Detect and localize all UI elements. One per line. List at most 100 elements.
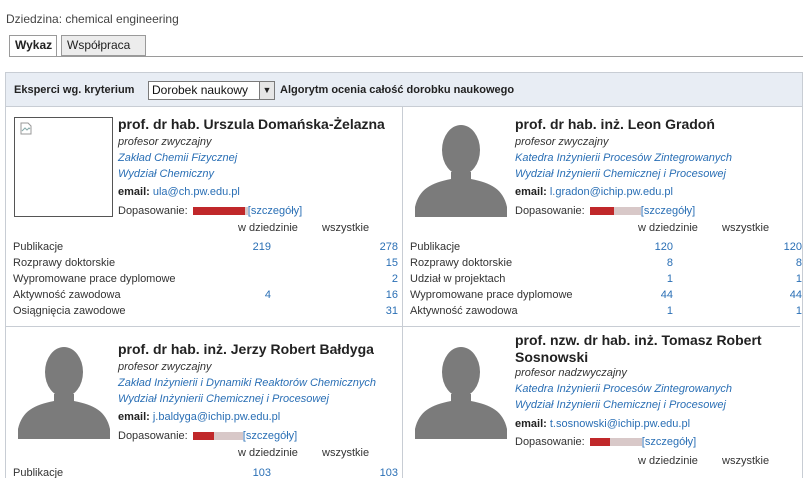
column-header-field: w dziedzinie xyxy=(638,222,698,234)
expert-title: profesor nadzwyczajny xyxy=(515,367,627,379)
stat-all-value[interactable]: 1 xyxy=(752,305,802,317)
match-label: Dopasowanie: xyxy=(118,205,188,217)
stat-all-value[interactable]: 103 xyxy=(348,467,398,478)
avatar-placeholder-icon xyxy=(18,347,110,439)
match-label: Dopasowanie: xyxy=(118,430,188,442)
email-link[interactable]: j.baldyga@ichip.pw.edu.pl xyxy=(153,411,280,423)
email-label: email: xyxy=(515,186,547,198)
expert-card: prof. dr hab. Urszula Domańska-Żelazna p… xyxy=(6,107,403,327)
expert-name[interactable]: prof. dr hab. inż. Jerzy Robert Bałdyga xyxy=(118,341,398,358)
match-bar-fill xyxy=(192,432,214,441)
details-link[interactable]: [szczegóły] xyxy=(641,205,695,217)
match-row: Dopasowanie: [szczegóły] xyxy=(118,430,297,442)
stat-field-value[interactable]: 1 xyxy=(623,305,673,317)
expert-name[interactable]: prof. nzw. dr hab. inż. Tomasz Robert So… xyxy=(515,332,795,366)
column-header-all: wszystkie xyxy=(722,455,770,467)
criteria-select[interactable]: Dorobek naukowy ▼ xyxy=(148,81,275,100)
stat-field-value[interactable]: 1 xyxy=(623,273,673,285)
stat-all-value[interactable]: 278 xyxy=(348,241,398,253)
stat-label: Rozprawy doktorskie xyxy=(410,257,513,269)
stat-label: Aktywność zawodowa xyxy=(410,305,518,317)
avatar-placeholder-icon xyxy=(415,125,507,217)
match-bar xyxy=(192,207,248,216)
email-row: email: t.sosnowski@ichip.pw.edu.pl xyxy=(515,418,690,430)
stat-field-value[interactable]: 4 xyxy=(221,289,271,301)
expert-unit-link[interactable]: Zakład Chemii Fizycznej xyxy=(118,152,237,164)
column-header-field: w dziedzinie xyxy=(238,447,298,459)
broken-image-icon xyxy=(20,122,32,135)
column-header-all: wszystkie xyxy=(322,222,370,234)
expert-name[interactable]: prof. dr hab. Urszula Domańska-Żelazna xyxy=(118,116,398,133)
tab-wspolpraca[interactable]: Współpraca xyxy=(61,35,146,56)
stat-label: Udział w projektach xyxy=(410,273,506,285)
email-row: email: ula@ch.pw.edu.pl xyxy=(118,186,240,198)
match-bar-fill xyxy=(589,438,610,447)
stat-label: Wypromowane prace dyplomowe xyxy=(13,273,176,285)
criteria-label: Eksperci wg. kryterium xyxy=(14,84,135,96)
stat-all-value[interactable]: 15 xyxy=(348,257,398,269)
match-row: Dopasowanie: [szczegóły] xyxy=(118,205,302,217)
match-bar-fill xyxy=(192,207,246,216)
column-header-all: wszystkie xyxy=(322,447,370,459)
tab-divider xyxy=(9,56,803,57)
stat-field-value[interactable]: 8 xyxy=(623,257,673,269)
stat-label: Rozprawy doktorskie xyxy=(13,257,116,269)
stat-all-value[interactable]: 120 xyxy=(752,241,802,253)
email-link[interactable]: t.sosnowski@ichip.pw.edu.pl xyxy=(550,418,690,430)
dropdown-arrow-icon[interactable]: ▼ xyxy=(259,82,274,99)
algorithm-description: Algorytm ocenia całość dorobku naukowego xyxy=(280,84,515,96)
match-bar xyxy=(192,432,243,441)
expert-title: profesor zwyczajny xyxy=(118,361,212,373)
stat-label: Publikacje xyxy=(13,241,64,253)
stat-label: Publikacje xyxy=(13,467,64,478)
match-row: Dopasowanie: [szczegóły] xyxy=(515,205,695,217)
expert-unit-link[interactable]: Katedra Inżynierii Procesów Zintegrowany… xyxy=(515,383,732,395)
details-link[interactable]: [szczegóły] xyxy=(642,436,696,448)
stat-field-value[interactable]: 103 xyxy=(221,467,271,478)
domain-heading: Dziedzina: chemical engineering xyxy=(6,12,179,26)
expert-card: prof. dr hab. inż. Jerzy Robert Bałdyga … xyxy=(6,327,403,478)
stat-all-value[interactable]: 44 xyxy=(752,289,802,301)
column-header-all: wszystkie xyxy=(722,222,770,234)
stat-all-value[interactable]: 2 xyxy=(348,273,398,285)
stat-field-value[interactable]: 219 xyxy=(221,241,271,253)
expert-faculty-link[interactable]: Wydział Inżynierii Chemicznej i Procesow… xyxy=(118,393,329,405)
email-link[interactable]: l.gradon@ichip.pw.edu.pl xyxy=(550,186,673,198)
stat-label: Wypromowane prace dyplomowe xyxy=(410,289,573,301)
match-label: Dopasowanie: xyxy=(515,436,585,448)
email-row: email: j.baldyga@ichip.pw.edu.pl xyxy=(118,411,280,423)
email-label: email: xyxy=(118,186,150,198)
stat-label: Osiągnięcia zawodowe xyxy=(13,305,126,317)
match-bar xyxy=(589,207,641,216)
tab-wykaz[interactable]: Wykaz xyxy=(9,35,57,57)
stat-field-value[interactable]: 120 xyxy=(623,241,673,253)
match-row: Dopasowanie: [szczegóły] xyxy=(515,436,696,448)
expert-faculty-link[interactable]: Wydział Inżynierii Chemicznej i Procesow… xyxy=(515,399,726,411)
criteria-select-value: Dorobek naukowy xyxy=(152,83,249,97)
expert-card: prof. dr hab. inż. Leon Gradoń profesor … xyxy=(403,107,802,327)
match-bar-fill xyxy=(589,207,615,216)
details-link[interactable]: [szczegóły] xyxy=(243,430,297,442)
experts-panel: Eksperci wg. kryterium Dorobek naukowy ▼… xyxy=(5,72,803,478)
expert-unit-link[interactable]: Katedra Inżynierii Procesów Zintegrowany… xyxy=(515,152,732,164)
match-label: Dopasowanie: xyxy=(515,205,585,217)
expert-faculty-link[interactable]: Wydział Chemiczny xyxy=(118,168,214,180)
details-link[interactable]: [szczegóły] xyxy=(248,205,302,217)
avatar-placeholder-icon xyxy=(415,347,507,439)
match-bar xyxy=(589,438,642,447)
stat-all-value[interactable]: 31 xyxy=(348,305,398,317)
broken-image-photo xyxy=(14,117,113,217)
expert-card: prof. nzw. dr hab. inż. Tomasz Robert So… xyxy=(403,327,800,478)
stat-all-value[interactable]: 1 xyxy=(752,273,802,285)
expert-title: profesor zwyczajny xyxy=(118,136,212,148)
stat-label: Aktywność zawodowa xyxy=(13,289,121,301)
email-label: email: xyxy=(118,411,150,423)
expert-faculty-link[interactable]: Wydział Inżynierii Chemicznej i Procesow… xyxy=(515,168,726,180)
stat-field-value[interactable]: 44 xyxy=(623,289,673,301)
stat-all-value[interactable]: 16 xyxy=(348,289,398,301)
email-link[interactable]: ula@ch.pw.edu.pl xyxy=(153,186,240,198)
stat-all-value[interactable]: 8 xyxy=(752,257,802,269)
criteria-toolbar: Eksperci wg. kryterium Dorobek naukowy ▼… xyxy=(6,73,802,107)
expert-unit-link[interactable]: Zakład Inżynierii i Dynamiki Reaktorów C… xyxy=(118,377,376,389)
expert-name[interactable]: prof. dr hab. inż. Leon Gradoń xyxy=(515,116,795,133)
